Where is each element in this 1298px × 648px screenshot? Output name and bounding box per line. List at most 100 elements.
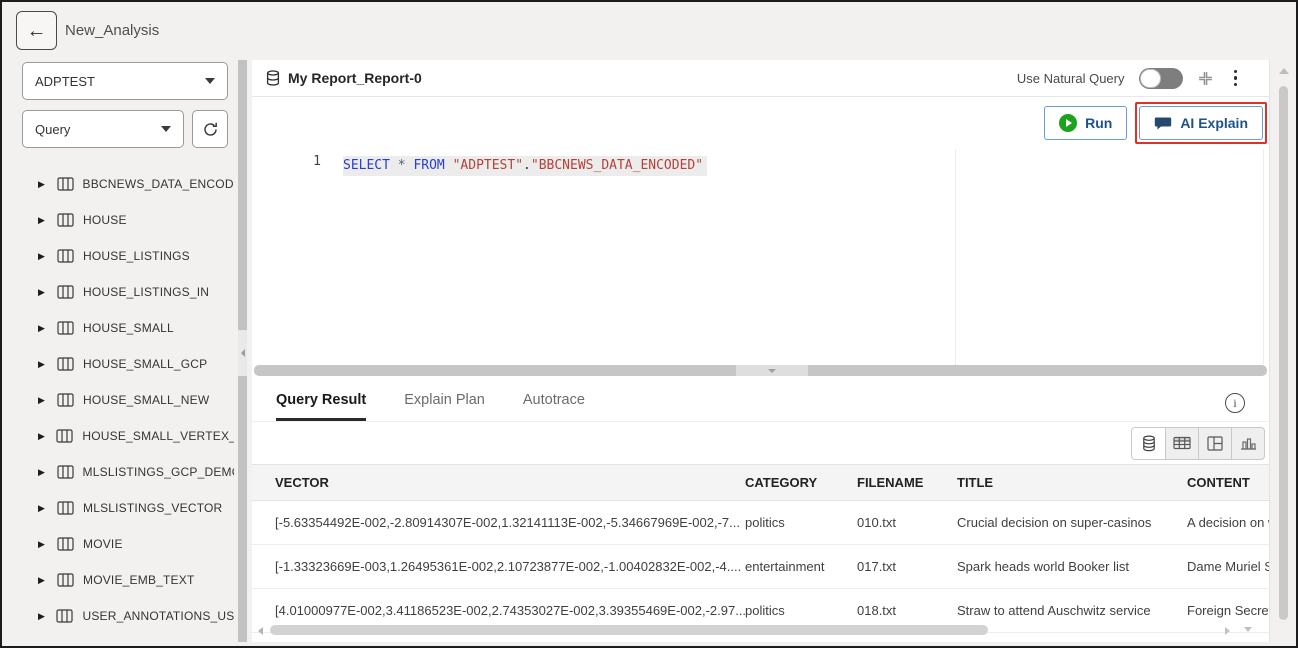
sql-editor[interactable]: 1 SELECT * FROM "ADPTEST"."BBCNEWS_DATA_… xyxy=(252,149,1269,365)
sidebar-splitter-handle[interactable] xyxy=(238,330,247,376)
table-icon xyxy=(57,321,74,335)
sql-keyword: SELECT xyxy=(343,158,398,173)
chart-view-button[interactable] xyxy=(1231,428,1264,459)
editor-toolbar: Run AI Explain xyxy=(252,97,1269,149)
caret-right-icon: ▶ xyxy=(38,251,48,262)
table-icon xyxy=(57,501,74,515)
tree-item-movie[interactable]: ▶MOVIE xyxy=(22,526,234,562)
split-view-button[interactable] xyxy=(1198,428,1231,459)
tree-item-house-listings[interactable]: ▶ HOUSE_LISTINGS xyxy=(22,238,234,274)
grid-horizontal-scrollbar[interactable] xyxy=(258,625,1258,637)
scrollbar-thumb[interactable] xyxy=(1279,86,1288,620)
object-type-select-value: Query xyxy=(35,122,70,137)
results-splitter-handle[interactable] xyxy=(736,365,808,376)
main-vertical-scrollbar[interactable] xyxy=(1274,60,1294,642)
tree-item-house-small-new[interactable]: ▶HOUSE_SMALL_NEW xyxy=(22,382,234,418)
cell-vector: [-5.63354492E-002,-2.80914307E-002,1.321… xyxy=(275,515,745,530)
column-header-title[interactable]: TITLE xyxy=(957,475,1187,490)
tree-item-house-small-vertex[interactable]: ▶HOUSE_SMALL_VERTEX_A xyxy=(22,418,234,454)
sql-dot: . xyxy=(523,158,531,173)
table-icon xyxy=(57,285,74,299)
ai-explain-button[interactable]: AI Explain xyxy=(1139,106,1263,140)
table-tree: ▶BBCNEWS_DATA_ENCODE ▶HOUSE ▶HOUSE_LISTI… xyxy=(22,160,234,634)
tab-query-result[interactable]: Query Result xyxy=(276,392,366,421)
scroll-up-icon[interactable] xyxy=(1279,68,1289,74)
tree-item-movie-emb-text[interactable]: ▶MOVIE_EMB_TEXT xyxy=(22,562,234,598)
table-icon xyxy=(56,429,73,443)
collapse-left-icon xyxy=(241,349,245,357)
tree-item-label: HOUSE_SMALL_GCP xyxy=(83,357,207,371)
cell-category: politics xyxy=(745,603,857,618)
tree-item-house-listings-in[interactable]: ▶HOUSE_LISTINGS_IN xyxy=(22,274,234,310)
tree-item-mlslistings-vector[interactable]: ▶MLSLISTINGS_VECTOR xyxy=(22,490,234,526)
tab-explain-plan[interactable]: Explain Plan xyxy=(404,392,485,421)
tree-item-label: MLSLISTINGS_GCP_DEMO xyxy=(83,465,234,479)
table-view-button[interactable] xyxy=(1165,428,1198,459)
column-header-vector[interactable]: VECTOR xyxy=(275,475,745,490)
cell-content: Dame Muriel Sp. xyxy=(1187,559,1269,574)
data-view-button[interactable] xyxy=(1132,428,1165,459)
refresh-button[interactable] xyxy=(192,110,228,148)
editor-right-edge xyxy=(1263,149,1264,365)
tree-item-mlslistings-gcp-demo[interactable]: ▶MLSLISTINGS_GCP_DEMO xyxy=(22,454,234,490)
cell-title: Spark heads world Booker list xyxy=(957,559,1187,574)
cell-vector: [4.01000977E-002,3.41186523E-002,2.74353… xyxy=(275,603,745,618)
table-icon xyxy=(57,537,74,551)
tree-item-label: MOVIE_EMB_TEXT xyxy=(83,573,195,587)
tree-item-house-small[interactable]: ▶ HOUSE_SMALL xyxy=(22,310,234,346)
column-header-category[interactable]: CATEGORY xyxy=(745,475,857,490)
tree-item-label: MLSLISTINGS_VECTOR xyxy=(83,501,222,515)
highlight-annotation: AI Explain xyxy=(1135,102,1267,144)
scroll-right-icon[interactable] xyxy=(1225,627,1230,635)
query-result-grid: VECTOR CATEGORY FILENAME TITLE CONTENT [… xyxy=(252,464,1269,640)
collapse-panel-icon[interactable] xyxy=(1197,70,1214,87)
run-button[interactable]: Run xyxy=(1044,106,1127,140)
refresh-icon xyxy=(202,121,219,138)
cell-category: entertainment xyxy=(745,559,857,574)
info-icon[interactable]: i xyxy=(1225,393,1245,413)
caret-right-icon: ▶ xyxy=(38,611,47,622)
tree-item-label: HOUSE_LISTINGS_IN xyxy=(83,285,209,299)
back-button[interactable]: ← xyxy=(16,11,57,50)
play-icon xyxy=(1059,114,1077,132)
cell-filename: 017.txt xyxy=(857,559,957,574)
object-type-select[interactable]: Query xyxy=(22,110,184,148)
sql-star: * xyxy=(398,158,414,173)
tree-item-label: HOUSE_SMALL xyxy=(83,321,174,335)
view-switcher xyxy=(1131,427,1265,460)
report-header: My Report_Report-0 Use Natural Query xyxy=(252,60,1269,97)
results-splitter[interactable] xyxy=(254,365,1267,376)
table-row[interactable]: [-1.33323669E-003,1.26495361E-002,2.1072… xyxy=(252,545,1269,589)
kebab-menu-icon[interactable] xyxy=(1228,68,1244,89)
tree-item-house[interactable]: ▶HOUSE xyxy=(22,202,234,238)
caret-right-icon: ▶ xyxy=(38,323,48,334)
table-row[interactable]: [-5.63354492E-002,-2.80914307E-002,1.321… xyxy=(252,501,1269,545)
scroll-down-icon[interactable] xyxy=(1244,627,1252,632)
natural-query-toggle[interactable] xyxy=(1139,68,1183,89)
editor-gutter: 1 xyxy=(252,149,343,365)
table-icon xyxy=(57,177,74,191)
scroll-left-icon[interactable] xyxy=(258,627,263,635)
column-header-content[interactable]: CONTENT xyxy=(1187,475,1269,490)
tree-item-house-small-gcp[interactable]: ▶HOUSE_SMALL_GCP xyxy=(22,346,234,382)
sidebar-splitter[interactable] xyxy=(238,60,247,642)
tree-item-label: HOUSE_LISTINGS xyxy=(83,249,190,263)
tab-autotrace[interactable]: Autotrace xyxy=(523,392,585,421)
code-area[interactable]: SELECT * FROM "ADPTEST"."BBCNEWS_DATA_EN… xyxy=(343,149,1269,365)
tree-item-user-annotations[interactable]: ▶USER_ANNOTATIONS_USA xyxy=(22,598,234,634)
report-title: My Report_Report-0 xyxy=(288,70,422,86)
scrollbar-thumb[interactable] xyxy=(270,625,988,635)
table-icon xyxy=(57,465,74,479)
schema-select[interactable]: ADPTEST xyxy=(22,62,228,100)
chat-bubble-icon xyxy=(1154,115,1172,131)
caret-right-icon: ▶ xyxy=(38,431,47,442)
table-icon xyxy=(57,249,74,263)
tree-item-bbcnews-data-encoded[interactable]: ▶BBCNEWS_DATA_ENCODE xyxy=(22,166,234,202)
column-header-filename[interactable]: FILENAME xyxy=(857,475,957,490)
top-bar: ← New_Analysis xyxy=(2,2,1296,58)
cell-content: Foreign Secretar xyxy=(1187,603,1269,618)
result-view-toolbar xyxy=(252,422,1269,464)
cell-vector: [-1.33323669E-003,1.26495361E-002,2.1072… xyxy=(275,559,745,574)
page-title: New_Analysis xyxy=(65,2,159,58)
editor-guide-line xyxy=(955,149,956,365)
